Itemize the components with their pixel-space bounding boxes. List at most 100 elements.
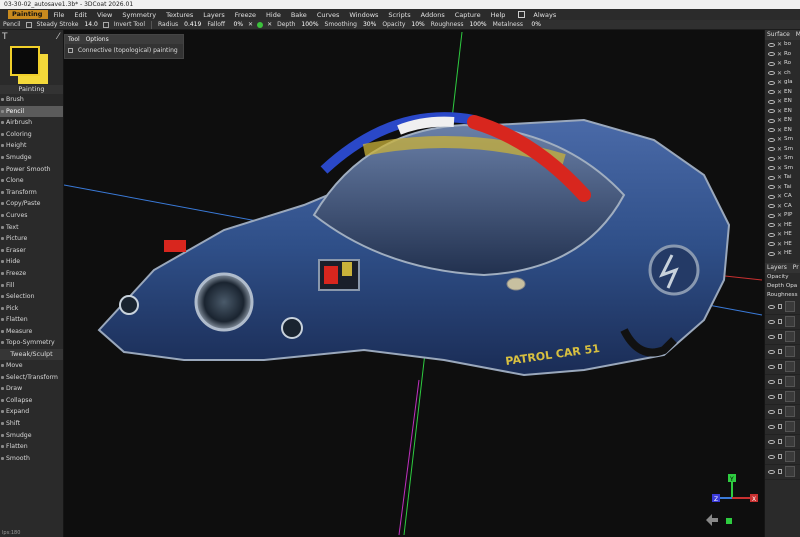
close-icon[interactable]: ✕ — [777, 183, 782, 193]
lock-icon[interactable] — [778, 319, 782, 324]
close-icon[interactable]: ✕ — [777, 211, 782, 221]
steady-stroke-label[interactable]: Steady Stroke — [34, 21, 82, 28]
tool-airbrush[interactable]: Airbrush — [0, 117, 63, 129]
smoothing-label[interactable]: Smoothing — [322, 21, 360, 28]
tool-expand[interactable]: Expand — [0, 406, 63, 418]
tab-surface[interactable]: Surface — [767, 31, 790, 38]
tool-copy-paste[interactable]: Copy/Paste — [0, 198, 63, 210]
surface-item[interactable]: ✕ Sm — [765, 135, 800, 145]
metalness-label[interactable]: Metalness — [490, 21, 526, 28]
tool-coloring[interactable]: Coloring — [0, 129, 63, 141]
layer-row[interactable] — [765, 435, 800, 450]
menu-textures[interactable]: Textures — [161, 11, 198, 19]
eye-icon[interactable] — [768, 52, 775, 57]
layer-row[interactable] — [765, 450, 800, 465]
close-icon[interactable]: ✕ — [267, 21, 272, 28]
invert-tool-checkbox[interactable] — [102, 21, 109, 28]
surface-item[interactable]: ✕ Tai — [765, 173, 800, 183]
depth-value[interactable]: 100% — [298, 21, 321, 28]
surface-item[interactable]: ✕ HE — [765, 221, 800, 231]
eye-icon[interactable] — [768, 424, 775, 429]
close-icon[interactable]: ✕ — [777, 97, 782, 107]
eye-icon[interactable] — [768, 319, 775, 324]
layer-depth-prop[interactable]: Depth Opa — [765, 282, 800, 291]
surface-item[interactable]: ✕ Tai — [765, 183, 800, 193]
lock-icon[interactable] — [778, 409, 782, 414]
eye-icon[interactable] — [768, 334, 775, 339]
close-icon[interactable]: ✕ — [777, 221, 782, 231]
eye-icon[interactable] — [768, 147, 775, 152]
eyedropper-icon[interactable]: ⁄ — [57, 32, 59, 42]
layer-row[interactable] — [765, 300, 800, 315]
eye-icon[interactable] — [768, 166, 775, 171]
eye-icon[interactable] — [768, 454, 775, 459]
lock-icon[interactable] — [778, 379, 782, 384]
tool-text[interactable]: Text — [0, 222, 63, 234]
close-icon[interactable]: ✕ — [777, 50, 782, 60]
menu-view[interactable]: View — [92, 11, 117, 19]
eye-icon[interactable] — [768, 118, 775, 123]
surface-item[interactable]: ✕ gla — [765, 78, 800, 88]
lock-icon[interactable] — [778, 334, 782, 339]
close-icon[interactable]: ✕ — [777, 126, 782, 136]
lock-icon[interactable] — [778, 394, 782, 399]
close-icon[interactable]: ✕ — [777, 59, 782, 69]
smoothing-value[interactable]: 30% — [360, 21, 379, 28]
tool-fill[interactable]: Fill — [0, 280, 63, 292]
primary-color-swatch[interactable] — [10, 46, 40, 76]
eye-icon[interactable] — [768, 109, 775, 114]
axis-gizmo[interactable]: Y X Z — [712, 474, 758, 503]
surface-item[interactable]: ✕ Sm — [765, 164, 800, 174]
menu-layers[interactable]: Layers — [198, 11, 230, 19]
menu-symmetry[interactable]: Symmetry — [117, 11, 161, 19]
tool-eraser[interactable]: Eraser — [0, 245, 63, 257]
close-icon[interactable]: ✕ — [777, 240, 782, 250]
close-icon[interactable]: ✕ — [248, 21, 253, 28]
tool-collapse[interactable]: Collapse — [0, 395, 63, 407]
close-icon[interactable]: ✕ — [777, 116, 782, 126]
eye-icon[interactable] — [768, 90, 775, 95]
close-icon[interactable]: ✕ — [777, 230, 782, 240]
close-icon[interactable]: ✕ — [777, 173, 782, 183]
tool-draw[interactable]: Draw — [0, 383, 63, 395]
eye-icon[interactable] — [768, 99, 775, 104]
menu-edit[interactable]: Edit — [69, 11, 92, 19]
eye-icon[interactable] — [768, 61, 775, 66]
surface-item[interactable]: ✕ CA — [765, 202, 800, 212]
eye-icon[interactable] — [768, 42, 775, 47]
tab-layers[interactable]: Layers — [767, 264, 787, 271]
menu-bake[interactable]: Bake — [286, 11, 312, 19]
menu-capture[interactable]: Capture — [450, 11, 486, 19]
connective-painting-checkbox[interactable] — [68, 48, 73, 53]
menu-windows[interactable]: Windows — [344, 11, 383, 19]
tool-curves[interactable]: Curves — [0, 210, 63, 222]
green-square-icon[interactable] — [726, 518, 732, 524]
layer-row[interactable] — [765, 405, 800, 420]
eye-icon[interactable] — [768, 394, 775, 399]
layer-row[interactable] — [765, 390, 800, 405]
tool-transform[interactable]: Transform — [0, 187, 63, 199]
steady-stroke-value[interactable]: 14.0 — [81, 21, 100, 28]
tool-selection[interactable]: Selection — [0, 291, 63, 303]
tool-freeze[interactable]: Freeze — [0, 268, 63, 280]
menu-curves[interactable]: Curves — [312, 11, 345, 19]
close-icon[interactable]: ✕ — [777, 69, 782, 79]
invert-tool-label[interactable]: Invert Tool — [111, 21, 148, 28]
menu-help[interactable]: Help — [486, 11, 511, 19]
tool-power-smooth[interactable]: Power Smooth — [0, 164, 63, 176]
layer-row[interactable] — [765, 330, 800, 345]
layer-row[interactable] — [765, 360, 800, 375]
layer-row[interactable] — [765, 420, 800, 435]
eye-icon[interactable] — [768, 213, 775, 218]
metalness-value[interactable]: 0% — [526, 21, 544, 28]
radius-label[interactable]: Radius — [155, 21, 181, 28]
eye-icon[interactable] — [768, 364, 775, 369]
always-checkbox[interactable] — [518, 11, 526, 18]
tool-pencil[interactable]: Pencil — [0, 105, 63, 118]
close-icon[interactable]: ✕ — [777, 40, 782, 50]
surface-item[interactable]: ✕ Sm — [765, 145, 800, 155]
close-icon[interactable]: ✕ — [777, 78, 782, 88]
menu-file[interactable]: File — [48, 11, 69, 19]
eye-icon[interactable] — [768, 204, 775, 209]
falloff-value[interactable]: 0% — [228, 21, 246, 28]
